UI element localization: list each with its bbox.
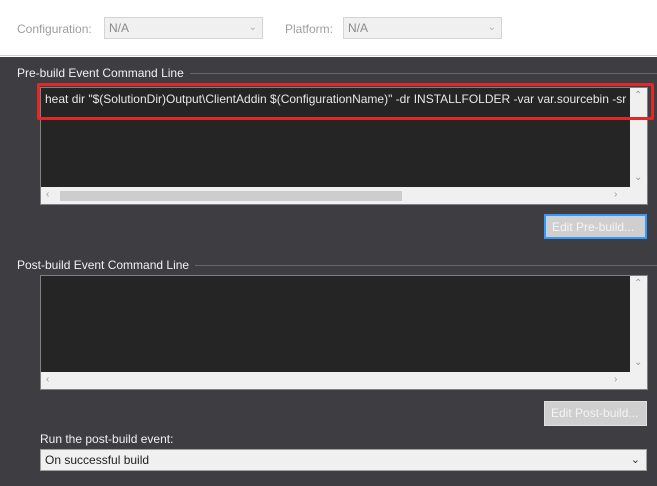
scrollbar-thumb[interactable] — [60, 191, 402, 201]
scroll-left-arrow-icon[interactable]: ‹ — [46, 189, 49, 200]
scroll-up-arrow-icon[interactable]: ⌃ — [634, 278, 642, 289]
horizontal-scrollbar[interactable]: ‹ › — [41, 187, 630, 204]
edit-post-build-button[interactable]: Edit Post-build... — [544, 401, 647, 426]
run-post-build-dropdown[interactable]: On successful build ⌄ — [40, 449, 647, 471]
chevron-down-icon: ⌄ — [487, 22, 496, 33]
post-build-command-editor[interactable]: ⌃ ⌄ ‹ › — [40, 275, 648, 390]
chevron-down-icon: ⌄ — [248, 22, 257, 33]
edit-pre-build-button[interactable]: Edit Pre-build... — [544, 214, 647, 239]
vertical-scrollbar[interactable]: ⌃ ⌄ — [630, 276, 647, 373]
scroll-right-arrow-icon[interactable]: › — [614, 374, 617, 385]
scroll-down-arrow-icon[interactable]: ⌄ — [634, 172, 642, 183]
post-build-section-title: Post-build Event Command Line — [17, 258, 196, 272]
scroll-down-arrow-icon[interactable]: ⌄ — [634, 357, 642, 368]
highlight-box — [37, 83, 654, 120]
chevron-down-icon: ⌄ — [630, 454, 640, 466]
scroll-left-arrow-icon[interactable]: ‹ — [46, 374, 49, 385]
configuration-bar: Configuration: N/A ⌄ Platform: N/A ⌄ — [0, 0, 657, 56]
platform-label: Platform: — [285, 22, 334, 36]
configuration-value: N/A — [109, 21, 130, 35]
pre-build-section-title: Pre-build Event Command Line — [17, 66, 190, 80]
run-post-build-selected: On successful build — [45, 453, 150, 467]
configuration-label: Configuration: — [17, 22, 92, 36]
scroll-corner — [630, 372, 647, 389]
configuration-dropdown[interactable]: N/A ⌄ — [104, 17, 263, 39]
platform-dropdown[interactable]: N/A ⌄ — [343, 17, 502, 39]
scroll-corner — [630, 187, 647, 204]
platform-value: N/A — [348, 21, 369, 35]
run-post-build-label: Run the post-build event: — [40, 432, 174, 446]
horizontal-scrollbar[interactable]: ‹ › — [41, 372, 630, 389]
divider — [0, 55, 657, 56]
scroll-right-arrow-icon[interactable]: › — [614, 189, 617, 200]
